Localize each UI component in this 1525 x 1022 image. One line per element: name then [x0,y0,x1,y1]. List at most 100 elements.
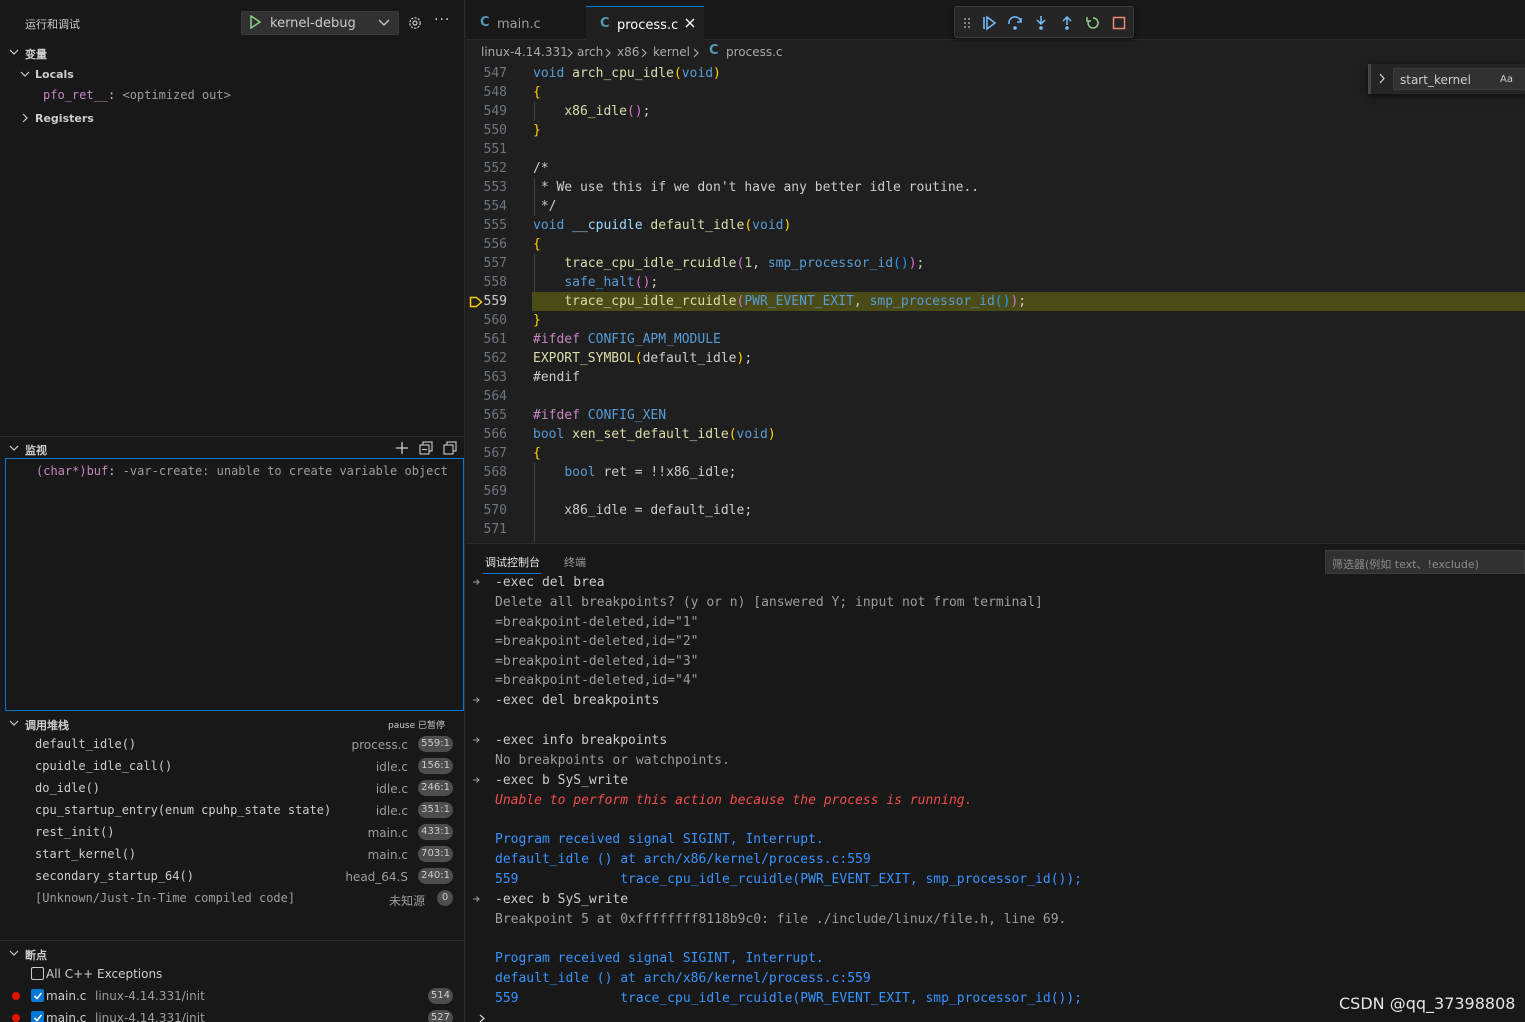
check-icon [33,1014,43,1022]
chevron-right-icon [605,48,611,58]
stack-frame[interactable]: secondary_startup_64() head_64.S 240:1 [5,865,463,887]
line-number: 558 [483,275,507,290]
frame-file: main.c [367,848,408,862]
code-line: 561 #ifdef CONFIG_APM_MODULE [466,330,1525,349]
stop-icon[interactable] [1111,15,1127,31]
breakpoint-row[interactable]: main.c linux-4.14.331/init 527 [5,1007,463,1022]
tab-debug-console[interactable]: 调试控制台 [485,554,540,570]
code-line: 555 void __cpuidle default_idle(void) [466,216,1525,235]
stack-frame[interactable]: cpu_startup_entry(enum cpuhp_state state… [5,799,463,821]
step-out-icon[interactable] [1059,15,1075,31]
code-line: 569 [466,482,1525,501]
line-number: 553 [483,180,507,195]
variable-value: <optimized out> [122,88,231,102]
code-line: 558 safe_halt(); [466,273,1525,292]
stack-frame[interactable]: cpuidle_idle_call() idle.c 156:1 [5,755,463,777]
code-editor[interactable]: 547 void arch_cpu_idle(void) 548{ 549 x86… [466,64,1525,542]
input-arrow-icon [473,579,480,585]
variable-row[interactable]: pfo_ret__: <optimized out> [43,88,231,102]
frame-position: 351:1 [418,802,453,818]
step-into-icon[interactable] [1033,15,1049,31]
chevron-right-icon[interactable] [1378,73,1386,84]
breakpoint-dot-icon [12,1014,20,1022]
code-line: 551 [466,140,1525,159]
input-arrow-icon [473,777,480,783]
breadcrumb-item[interactable]: kernel [653,45,690,59]
registers-scope[interactable]: Registers [20,108,460,128]
breakpoint-checkbox[interactable] [31,967,44,980]
chevron-down-icon [378,19,390,26]
play-icon[interactable] [249,15,261,29]
line-number: 551 [483,142,507,157]
breakpoint-dot-icon [12,992,20,1000]
more-actions-icon[interactable]: ··· [434,12,450,28]
code-line: 571 [466,520,1525,539]
code-line: 552 /* [466,159,1525,178]
console-line: -exec b SyS_write [495,773,629,788]
breakpoint-checkbox[interactable] [31,989,44,1002]
console-line: 559 trace_cpu_idle_rcuidle(PWR_EVENT_EXI… [495,872,1082,887]
remove-all-icon[interactable] [442,440,458,456]
code-line: 568 bool ret = !!x86_idle; [466,463,1525,482]
drag-handle-icon[interactable] [962,15,972,31]
code-text: /* [533,161,549,176]
step-over-icon[interactable] [1007,15,1023,31]
breakpoint-row[interactable]: main.c linux-4.14.331/init 514 [5,985,463,1007]
close-icon[interactable] [684,17,696,29]
divider [0,940,465,941]
find-widget: start_kernel Aa [1368,64,1525,94]
line-number: 564 [483,389,507,404]
watch-expression-row[interactable]: (char*)buf: -var-create: unable to creat… [36,464,448,478]
variables-section-header[interactable]: 变量 [5,42,463,62]
launch-config-select[interactable]: kernel-debug [241,11,399,35]
stack-frame[interactable]: default_idle() process.c 559:1 [5,733,463,755]
line-number: 554 [483,199,507,214]
restart-icon[interactable] [1085,15,1101,31]
stack-frame[interactable]: start_kernel() main.c 703:1 [5,843,463,865]
frame-file: process.c [351,738,408,752]
breadcrumb-item[interactable]: process.c [726,45,783,59]
c-file-icon: C [480,15,490,30]
breakpoint-path: linux-4.14.331/init [95,989,205,1003]
line-number: 556 [483,237,507,252]
console-error-line: Unable to perform this action because th… [495,793,973,808]
stack-frame[interactable]: [Unknown/Just-In-Time compiled code] 未知源… [5,887,463,909]
stack-frame[interactable]: do_idle() idle.c 246:1 [5,777,463,799]
console-line: =breakpoint-deleted,id="1" [495,615,699,630]
breadcrumb-item[interactable]: arch [577,45,603,59]
gear-icon[interactable] [407,15,423,31]
collapse-all-icon[interactable] [418,440,434,456]
breakpoints-section-title: 断点 [25,949,47,962]
match-case-toggle[interactable]: Aa [1500,74,1513,85]
add-expression-icon[interactable] [394,440,410,456]
tab-terminal[interactable]: 终端 [564,554,586,570]
console-line: 559 trace_cpu_idle_rcuidle(PWR_EVENT_EXI… [495,991,1082,1006]
repl-prompt-icon[interactable] [478,1014,486,1022]
breakpoints-section-header[interactable]: 断点 [5,943,463,963]
frame-position: 0 [437,890,453,906]
current-execution-line: 559 trace_cpu_idle_rcuidle(PWR_EVENT_EXI… [466,292,1525,311]
breadcrumb-item[interactable]: x86 [617,45,639,59]
line-number: 569 [483,484,507,499]
console-line: -exec del breakpoints [495,693,660,708]
console-line: =breakpoint-deleted,id="2" [495,634,699,649]
watch-list[interactable]: (char*)buf: -var-create: unable to creat… [5,458,464,711]
frame-file: idle.c [375,782,408,796]
divider [0,436,465,437]
continue-icon[interactable] [981,15,997,31]
find-input[interactable]: start_kernel Aa [1393,68,1525,90]
tab-process-c[interactable]: C process.c [586,6,704,40]
line-number: 550 [483,123,507,138]
locals-scope[interactable]: Locals [20,64,460,84]
breadcrumb-item[interactable]: linux-4.14.331 [481,45,568,59]
stack-frame[interactable]: rest_init() main.c 433:1 [5,821,463,843]
console-filter-input[interactable]: 筛选器(例如 text、!exclude) [1325,550,1525,574]
input-arrow-icon [473,896,480,902]
c-file-icon: C [709,43,719,58]
code-line: 556{ [466,235,1525,254]
tab-main-c[interactable]: C main.c [466,6,584,40]
check-icon [33,992,43,1000]
exception-breakpoint-row[interactable]: All C++ Exceptions [5,963,463,985]
breakpoint-checkbox[interactable] [31,1011,44,1022]
breadcrumb: linux-4.14.331 arch x86 kernel C process… [466,42,1525,64]
